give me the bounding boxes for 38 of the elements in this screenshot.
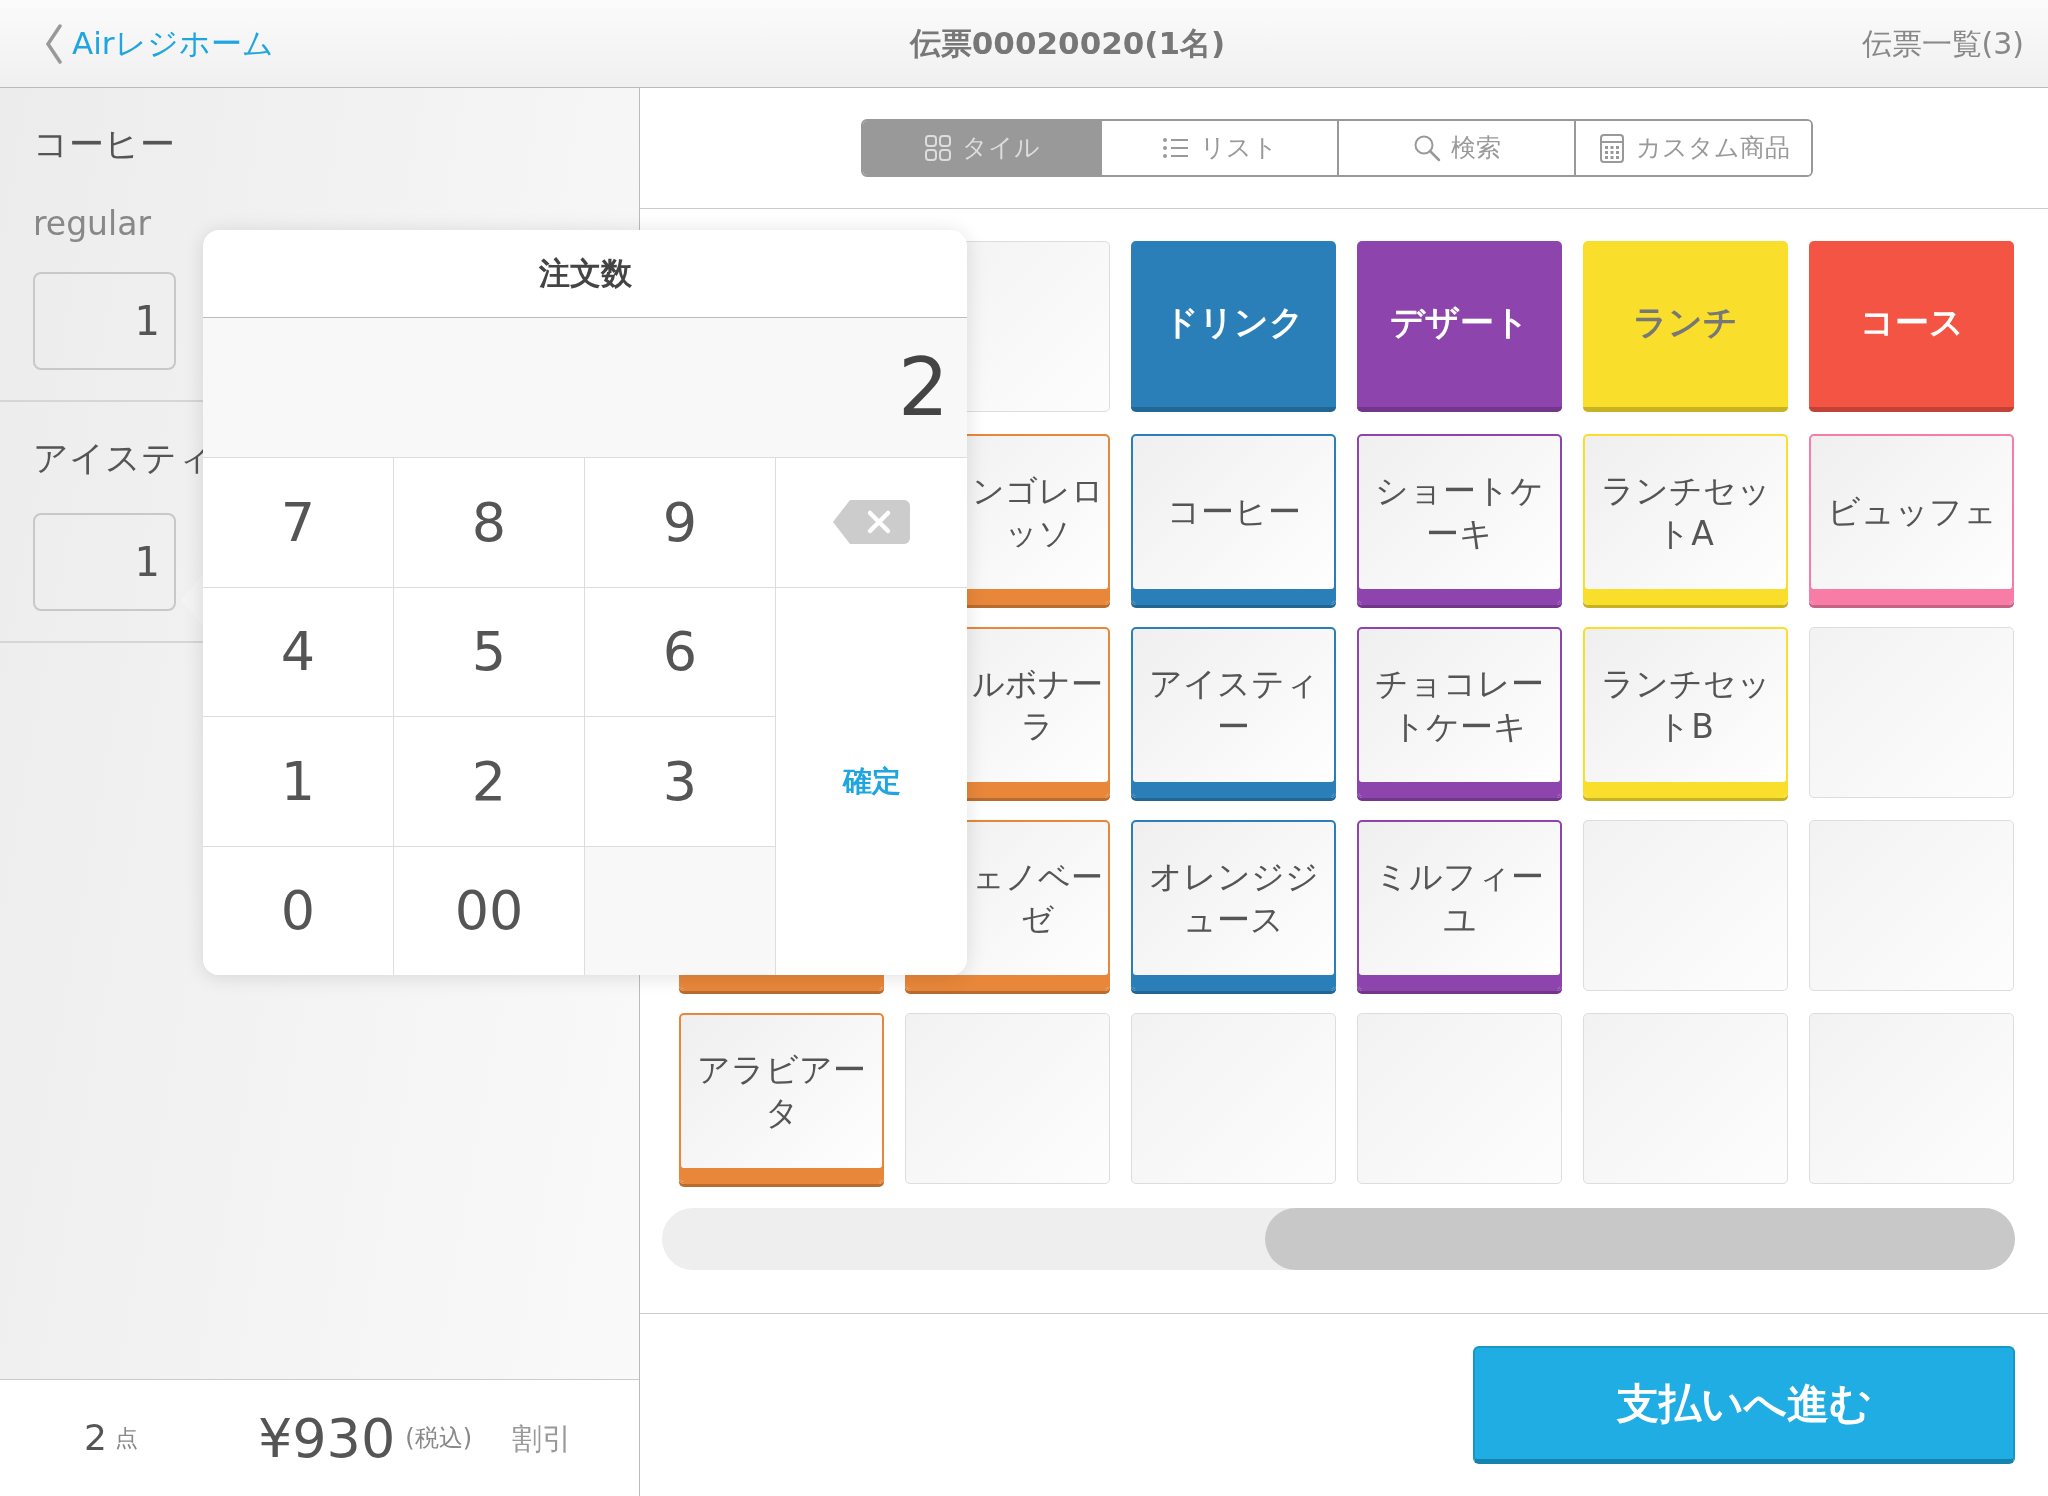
keypad-key[interactable]: 5 (394, 586, 585, 716)
keypad-key[interactable]: 7 (203, 457, 394, 587)
keypad-key[interactable]: 0 (203, 845, 394, 975)
keypad-key[interactable]: 6 (585, 586, 776, 716)
product-tile[interactable]: コーヒー (1131, 434, 1336, 605)
keypad-key[interactable]: 9 (585, 457, 776, 587)
keypad-key[interactable]: 00 (394, 845, 585, 975)
category-tile[interactable]: デザート (1357, 241, 1562, 412)
calculator-icon (1597, 133, 1626, 163)
item-count: 2 (84, 1416, 107, 1460)
category-tile[interactable]: ドリンク (1131, 241, 1336, 412)
tile-grid-icon (923, 133, 952, 163)
product-tile[interactable]: アイスティー (1131, 627, 1336, 798)
back-chevron-icon (44, 23, 64, 64)
tax-note: (税込) (405, 1423, 473, 1454)
backspace-key[interactable] (776, 457, 967, 587)
keypad-key[interactable]: 8 (394, 457, 585, 587)
product-tile[interactable]: ショートケーキ (1357, 434, 1562, 605)
search-icon (1412, 133, 1441, 163)
backspace-icon (832, 498, 911, 547)
quantity-field[interactable]: 1 (33, 512, 176, 611)
total-amount: ¥930 (257, 1405, 396, 1472)
item-name: コーヒー (33, 123, 176, 166)
product-tile[interactable]: アラビアータ (679, 1013, 884, 1184)
slip-title: 伝票00020020(1名) (908, 24, 1227, 64)
product-tile[interactable]: ランチセットB (1583, 627, 1788, 798)
product-tile[interactable]: ミルフィーユ (1357, 820, 1562, 991)
product-tile[interactable]: チョコレートケーキ (1357, 627, 1562, 798)
product-tile[interactable]: ランチセットA (1583, 434, 1788, 605)
keypad-key[interactable]: 1 (203, 716, 394, 846)
quantity-display: 2 (203, 318, 967, 457)
quantity-field[interactable]: 1 (33, 272, 176, 370)
keypad-key[interactable]: 4 (203, 586, 394, 716)
product-tile[interactable]: オレンジジュース (1131, 820, 1336, 991)
product-tile[interactable]: ビュッフェ (1809, 434, 2014, 605)
keypad-key[interactable]: 2 (394, 716, 585, 846)
count-unit: 点 (114, 1423, 138, 1453)
keypad-key[interactable]: 3 (585, 716, 776, 846)
